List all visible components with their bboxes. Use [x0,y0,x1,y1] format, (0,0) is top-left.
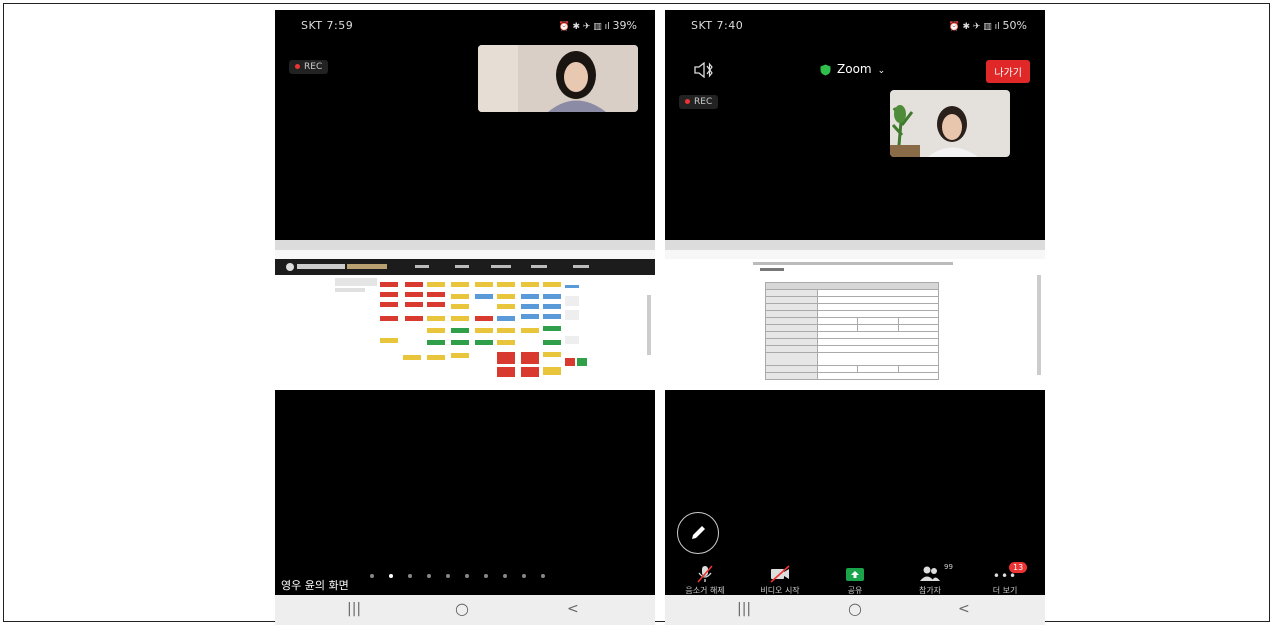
meeting-title-text: Zoom [837,62,872,76]
participant-video-thumbnail[interactable] [890,90,1010,157]
video-off-icon [770,565,790,583]
status-icons: ⏰ ✱ ✈ ▥ ıl [558,22,613,32]
page-indicator[interactable] [370,563,560,582]
page-dot[interactable] [408,574,412,578]
annotate-pencil-button[interactable] [677,512,719,554]
video-button[interactable]: 비디오 시작 [750,563,810,595]
speaker-bluetooth-icon[interactable] [693,61,715,82]
carrier-time: SKT 7:40 [691,19,744,32]
shield-icon [820,64,831,75]
rec-label: REC [304,62,323,72]
rec-label: REC [694,97,713,107]
shared-browser-window [275,240,655,390]
shared-screen-document [665,240,1045,390]
status-icons: ⏰ ✱ ✈ ▥ ıl [948,22,1003,32]
participant-woman-image [478,45,638,112]
recent-apps-icon[interactable]: ||| [347,601,361,617]
back-icon[interactable]: < [567,601,579,617]
document-table [765,282,940,380]
shared-screen-flowchart [275,240,655,390]
status-bar: SKT 7:40 ⏰ ✱ ✈ ▥ ıl 50% [665,16,1045,36]
phone-screenshot-left: SKT 7:59 ⏰ ✱ ✈ ▥ ıl 39% REC 영우 윤의 화면 |||… [275,10,655,625]
recent-apps-icon[interactable]: ||| [737,601,751,617]
page-dot[interactable] [465,574,469,578]
home-icon[interactable]: ○ [455,599,469,618]
recording-badge: REC [679,95,719,109]
page-dot[interactable] [446,574,450,578]
android-nav-bar: ||| ○ < [665,595,1045,625]
participant-count: 99 [944,563,953,571]
home-icon[interactable]: ○ [848,599,862,618]
share-icon [846,568,864,581]
page-dot[interactable] [484,574,488,578]
page-dot[interactable] [389,574,393,578]
page-dot[interactable] [370,574,374,578]
record-dot-icon [295,64,300,69]
battery-percent: 39% [612,19,637,32]
page-dot[interactable] [503,574,507,578]
record-dot-icon [685,99,690,104]
status-bar: SKT 7:59 ⏰ ✱ ✈ ▥ ıl 39% [275,16,655,36]
back-icon[interactable]: < [958,601,970,617]
battery-status: ⏰ ✱ ✈ ▥ ıl 50% [948,19,1027,32]
phone-screenshot-right: SKT 7:40 ⏰ ✱ ✈ ▥ ıl 50% Zoom ⌄ 나가기 REC 음… [665,10,1045,625]
screen-share-caption: 영우 윤의 화면 [281,579,349,592]
participants-button[interactable]: 99 참가자 [900,563,960,595]
battery-status: ⏰ ✱ ✈ ▥ ıl 39% [558,19,637,32]
page-dot[interactable] [541,574,545,578]
participant-woman-image [890,90,1010,157]
more-button[interactable]: ••• 13 더 보기 [975,562,1035,595]
mute-button[interactable]: 음소거 해제 [675,563,735,595]
android-nav-bar: ||| ○ < [275,595,655,625]
recording-badge: REC [289,60,329,74]
mic-muted-icon [697,565,713,583]
participant-video-thumbnail[interactable] [478,45,638,112]
pencil-icon [692,526,705,539]
meeting-title[interactable]: Zoom ⌄ [820,62,885,76]
notification-badge: 13 [1009,562,1028,573]
leave-button[interactable]: 나가기 [986,60,1030,83]
carrier-time: SKT 7:59 [301,19,354,32]
participants-icon [920,566,940,581]
chevron-down-icon: ⌄ [877,66,886,76]
page-dot[interactable] [522,574,526,578]
battery-percent: 50% [1002,19,1027,32]
share-button[interactable]: 공유 [825,563,885,595]
page-dot[interactable] [427,574,431,578]
